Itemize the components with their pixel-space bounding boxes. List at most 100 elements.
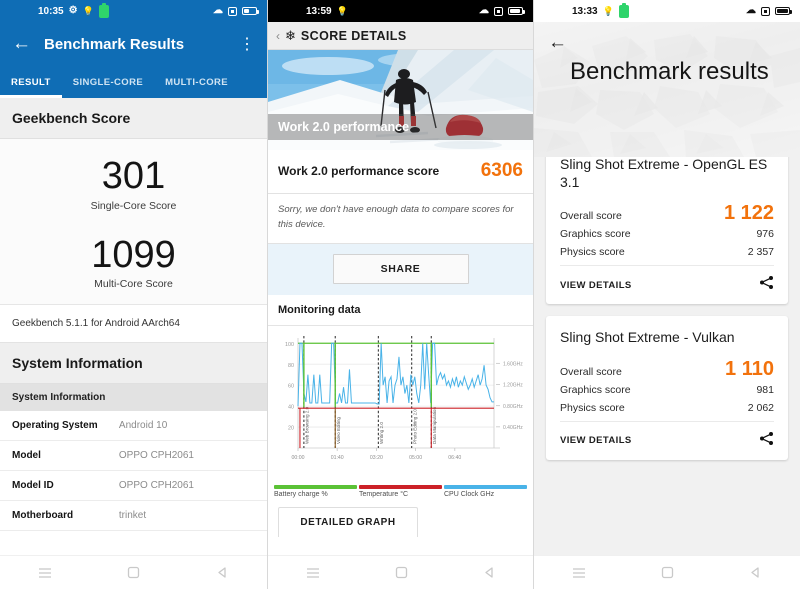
panel-geekbench: 10:35 ⚙ 💡 ☁ ← Benchmark Results ⋮ RESULT… [0,0,267,589]
bulb-icon: 💡 [336,5,348,16]
back-icon[interactable]: ← [548,32,567,54]
back-chevron-icon[interactable]: ‹ [276,29,280,43]
menu-icon[interactable] [38,567,52,579]
row-value: Android 10 [118,420,168,432]
card-title: Sling Shot Extreme - OpenGL ES 3.1 [560,156,768,190]
results-list: Sling Shot Extreme - OpenGL ES 3.1 Overa… [534,143,800,589]
panel-3dmark-results: 13:33 💡 ☁ ← Benchmark results Sling Shot… [534,0,800,589]
share-icon[interactable] [759,275,774,295]
chart-legend: Battery charge % Temperature °C CPU Cloc… [268,483,533,501]
geekbench-version: Geekbench 5.1.1 for Android AArch64 [0,305,267,344]
multi-core-label: Multi-Core Score [94,278,173,291]
system-information-header: System Information [0,343,267,385]
geekbench-score-header: Geekbench Score [0,98,267,139]
back-icon[interactable] [749,566,762,579]
tab-multi-core[interactable]: MULTI-CORE [154,66,239,98]
battery-icon [242,7,259,15]
graphics-score-row: Graphics score 981 [560,384,774,396]
hero-caption: Work 2.0 performance [268,114,533,140]
physics-score-row: Physics score 2 357 [560,246,774,258]
svg-text:00:00: 00:00 [292,455,305,461]
status-time: 13:33 [572,5,598,17]
view-details-button[interactable]: VIEW DETAILS [560,280,632,291]
share-section: SHARE [268,244,533,296]
row-key: Physics score [560,401,625,414]
row-key: Physics score [560,246,625,258]
row-value: 981 [756,383,774,396]
app-bar-geekbench: ← Benchmark Results ⋮ [0,22,267,66]
snowflake-icon: ❄ [285,27,296,43]
result-card-opengl[interactable]: Sling Shot Extreme - OpenGL ES 3.1 Overa… [546,143,788,304]
rock-texture-graphic [534,22,800,157]
svg-text:Writing 2.0: Writing 2.0 [379,422,384,444]
row-key: Graphics score [560,228,631,240]
row-key: Model [12,450,41,462]
row-key: Graphics score [560,383,631,396]
svg-text:Web Browsing 2.0: Web Browsing 2.0 [304,407,309,445]
legend-label: Temperature °C [359,491,409,499]
back-icon[interactable] [483,566,496,579]
hero-image: Work 2.0 performance [268,50,533,150]
android-nav-bar [0,555,267,589]
wifi-icon: ☁ [746,5,756,16]
home-icon[interactable] [395,566,408,579]
table-row: Model OPPO CPH2061 [0,441,267,472]
svg-text:03:20: 03:20 [370,455,383,461]
row-value: 976 [756,228,774,240]
table-row: Operating System Android 10 [0,411,267,442]
row-key: Motherboard [12,510,74,522]
tab-result[interactable]: RESULT [0,66,62,98]
status-time: 13:59 [306,5,332,17]
results-hero: ← Benchmark results [534,22,800,157]
panel-pcmark: 13:59 💡 ☁ ‹ ❄ SCORE DETAILS Work 2.0 per… [267,0,534,589]
legend-item-cpu: CPU Clock GHz [444,485,527,498]
result-card-vulkan[interactable]: Sling Shot Extreme - Vulkan Overall scor… [546,316,788,460]
svg-text:Photo Editing 2.0: Photo Editing 2.0 [412,409,417,444]
svg-text:60: 60 [288,384,294,390]
home-icon[interactable] [127,566,140,579]
card-footer: VIEW DETAILS [560,265,774,295]
monitoring-chart-svg: 20 40 60 80 100 0.40GHz 0.80GHz 1.20GHz 1.60GHz 0… [285,336,523,461]
menu-icon[interactable] [572,567,586,579]
share-button[interactable]: SHARE [332,254,469,285]
row-key: Operating System [12,420,98,432]
svg-text:Data Manipulation: Data Manipulation [432,407,437,444]
score-value: 6306 [480,160,523,181]
back-icon[interactable] [216,566,229,579]
card-footer: VIEW DETAILS [560,420,774,451]
legend-item-battery: Battery charge % [274,485,357,498]
multi-core-value: 1099 [91,233,176,276]
score-details-title: SCORE DETAILS [300,28,407,43]
page-title: Benchmark results [570,58,769,85]
view-details-button[interactable]: VIEW DETAILS [560,435,632,446]
legend-label: CPU Clock GHz [444,491,495,499]
svg-text:100: 100 [285,342,294,348]
legend-label: Battery charge % [274,491,328,499]
overall-score-value: 1 122 [723,202,774,224]
system-information-subheader: System Information [0,384,267,412]
battery-green-icon [98,2,109,18]
sim-icon [494,6,503,16]
wifi-icon: ☁ [479,5,489,16]
monitoring-chart: 20 40 60 80 100 0.40GHz 0.80GHz 1.20GHz 1.60GHz 0… [268,326,533,484]
table-row: Model ID OPPO CPH2061 [0,471,267,502]
table-row: Motherboard trinket [0,501,267,532]
android-nav-bar [268,555,533,589]
graphics-score-row: Graphics score 976 [560,228,774,240]
tab-single-core[interactable]: SINGLE-CORE [62,66,154,98]
overall-score-value: 1 110 [725,357,774,380]
settings-icon: ⚙ [68,5,78,16]
home-icon[interactable] [661,566,674,579]
android-nav-bar [534,555,800,589]
comparison-note: Sorry, we don't have enough data to comp… [268,194,533,245]
detailed-graph-button[interactable]: DETAILED GRAPH [278,507,418,538]
row-value: 2 357 [747,246,774,258]
menu-icon[interactable] [306,567,320,579]
back-icon[interactable]: ← [12,33,38,55]
share-icon[interactable] [759,431,774,451]
detailed-graph-section: DETAILED GRAPH [268,501,533,538]
score-details-bar: ‹ ❄ SCORE DETAILS [268,22,533,50]
score-label: Work 2.0 performance score [278,164,440,178]
overflow-menu-icon[interactable]: ⋮ [239,34,255,54]
status-bar-2: 13:59 💡 ☁ [268,0,533,22]
